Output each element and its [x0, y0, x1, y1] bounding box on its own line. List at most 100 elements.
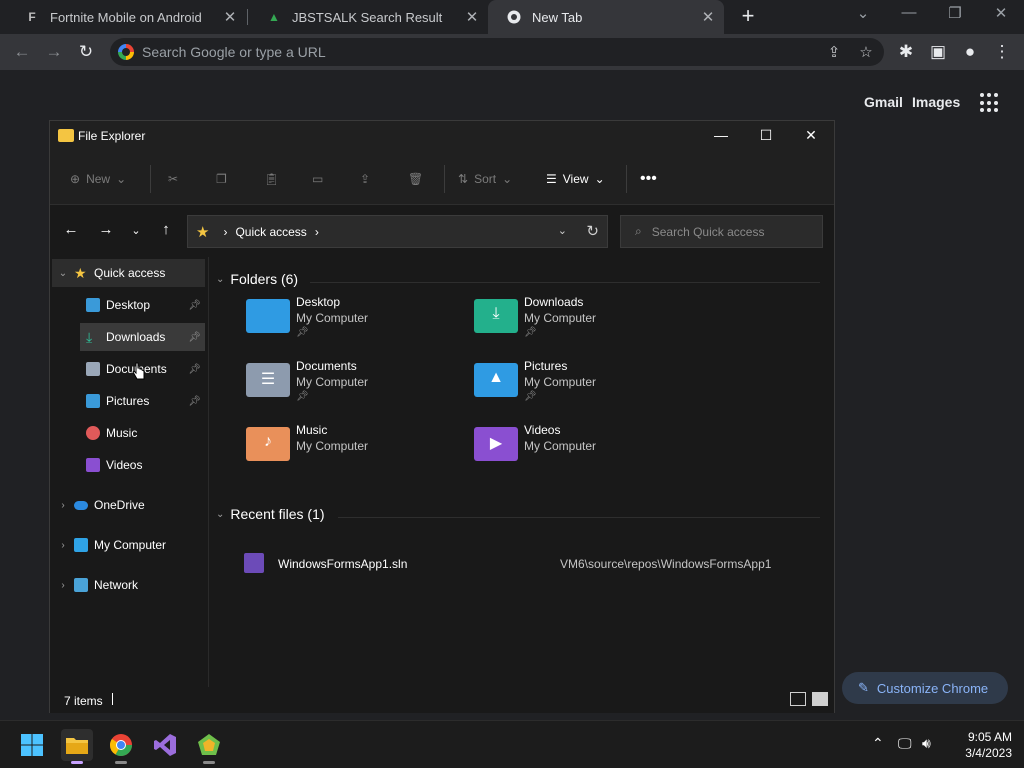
new-button[interactable]: ⊕ New ⌄ [70, 169, 126, 189]
recent-group-header[interactable]: ⌄ Recent files (1) [216, 506, 325, 522]
nav-item-onedrive[interactable]: › OneDrive [52, 491, 205, 519]
sort-label: Sort [474, 172, 497, 186]
minimize-icon[interactable]: — [706, 127, 736, 147]
show-hidden-icons-icon[interactable]: ⌃ [872, 735, 884, 752]
volume-icon[interactable]: 🔊︎ [922, 735, 931, 752]
nav-item-downloads[interactable]: ⤓ Downloads 📌︎ [80, 323, 205, 351]
paste-icon[interactable]: 📋︎ [264, 169, 279, 189]
pane-splitter[interactable] [208, 257, 209, 687]
share-icon[interactable]: ⇪ [824, 42, 844, 62]
back-icon[interactable]: ← [61, 221, 81, 241]
nav-label: OneDrive [94, 498, 145, 512]
folder-tile-music[interactable]: ♪ Music My Computer [246, 423, 466, 479]
view-button[interactable]: ☰ View ⌄ [546, 169, 605, 189]
sort-button[interactable]: ⇅ Sort ⌄ [458, 169, 512, 189]
search-box[interactable]: ⌕ [620, 215, 823, 248]
folders-group-header[interactable]: ⌄ Folders (6) [216, 271, 298, 287]
start-button[interactable] [16, 729, 48, 761]
chevron-right-icon[interactable]: › [52, 500, 74, 511]
extensions-icon[interactable]: ✱ [894, 40, 918, 64]
menu-icon[interactable]: ⋮ [990, 40, 1014, 64]
close-icon[interactable]: ✕ [796, 127, 826, 147]
tiles-view-icon[interactable] [812, 692, 828, 706]
bookmark-star-icon[interactable]: ☆ [856, 42, 876, 62]
explorer-title-bar: File Explorer — ☐ ✕ [50, 121, 834, 153]
download-icon: ⤓ [86, 329, 93, 345]
customize-chrome-button[interactable]: ✎ Customize Chrome [842, 672, 1008, 704]
chevron-right-icon[interactable]: › [52, 580, 74, 591]
nav-item-music[interactable]: Music [52, 419, 205, 447]
folder-tile-documents[interactable]: ☰ Documents My Computer 📌︎ [246, 359, 466, 415]
pin-icon: 📌︎ [188, 395, 201, 407]
tab-jbstsalk[interactable]: ▲ JBSTSALK Search Result ✕ [248, 0, 488, 34]
nav-item-network[interactable]: › Network [52, 571, 205, 599]
chevron-down-icon[interactable]: ⌄ [52, 268, 74, 279]
back-icon[interactable]: ← [10, 40, 34, 64]
gmail-link[interactable]: Gmail [864, 94, 903, 110]
google-apps-icon[interactable] [980, 93, 1000, 113]
omnibox-input[interactable] [142, 42, 782, 62]
address-bar[interactable]: ★ › Quick access › ⌄ ↻ [187, 215, 608, 248]
running-indicator [115, 761, 127, 764]
folder-tile-pictures[interactable]: ▲ Pictures My Computer 📌︎ [474, 359, 694, 415]
chevron-right-icon[interactable]: › [315, 225, 319, 239]
music-icon [86, 426, 100, 440]
images-link[interactable]: Images [912, 94, 960, 110]
share-icon[interactable]: ⇪ [360, 169, 370, 189]
tab-search-icon[interactable]: ⌄ [848, 4, 878, 22]
new-tab-button[interactable]: + [736, 5, 760, 29]
taskbar-chrome[interactable] [105, 729, 137, 761]
nav-item-documents[interactable]: Documents 📌︎ [52, 355, 205, 383]
close-window-icon[interactable]: ✕ [986, 4, 1016, 22]
search-input[interactable] [651, 224, 802, 239]
cut-icon[interactable]: ✂ [168, 169, 178, 189]
nav-item-my-computer[interactable]: › My Computer [52, 531, 205, 559]
system-clock[interactable]: 9:05 AM 3/4/2023 [950, 729, 1012, 761]
network-icon[interactable]: 🖵︎ [898, 735, 912, 752]
omnibox[interactable]: ⇪ ☆ [110, 38, 884, 66]
tab-new-tab[interactable]: New Tab ✕ [488, 0, 724, 34]
windows-icon [21, 734, 43, 756]
close-icon[interactable]: ✕ [220, 8, 240, 26]
nav-item-pictures[interactable]: Pictures 📌︎ [52, 387, 205, 415]
computer-icon [74, 538, 88, 552]
nav-item-videos[interactable]: Videos [52, 451, 205, 479]
taskbar-visual-studio[interactable] [149, 729, 181, 761]
side-panel-icon[interactable]: ▣ [926, 40, 950, 64]
up-icon[interactable]: ↑ [156, 221, 176, 241]
recent-file-row[interactable]: WindowsFormsApp1.sln VM6\source\repos\Wi… [244, 553, 824, 577]
close-icon[interactable]: ✕ [462, 8, 482, 26]
chevron-down-icon: ⌄ [594, 172, 605, 186]
close-icon[interactable]: ✕ [698, 8, 718, 26]
app-icon [198, 734, 220, 755]
maximize-icon[interactable]: ☐ [751, 127, 781, 147]
address-location[interactable]: Quick access [235, 225, 306, 239]
refresh-icon[interactable]: ↻ [586, 222, 599, 240]
tab-fortnite[interactable]: F Fortnite Mobile on Android ✕ [6, 0, 246, 34]
forward-icon[interactable]: → [96, 221, 116, 241]
taskbar-file-explorer[interactable] [61, 729, 93, 761]
restore-icon[interactable]: ❐ [940, 4, 970, 22]
rename-icon[interactable]: ▭ [312, 169, 323, 189]
forward-icon[interactable]: → [42, 40, 66, 64]
chevron-down-icon[interactable]: ⌄ [558, 224, 567, 237]
more-options-icon[interactable]: ••• [640, 169, 657, 189]
recent-locations-icon[interactable]: ⌄ [126, 224, 146, 244]
nav-label: Downloads [106, 330, 166, 344]
running-indicator [203, 761, 215, 764]
copy-icon[interactable]: ❐ [216, 169, 227, 189]
folder-tile-downloads[interactable]: ⤓ Downloads My Computer 📌︎ [474, 295, 694, 351]
content-pane: ⌄ Folders (6) Desktop My Computer 📌︎ ⤓ D… [210, 257, 830, 687]
delete-icon[interactable]: 🗑︎ [408, 169, 423, 189]
nav-item-desktop[interactable]: Desktop 📌︎ [52, 291, 205, 319]
divider [444, 165, 445, 193]
nav-item-quick-access[interactable]: ⌄ ★ Quick access [52, 259, 205, 287]
details-view-icon[interactable] [790, 692, 806, 706]
profile-icon[interactable]: ● [958, 40, 982, 64]
chevron-right-icon[interactable]: › [52, 540, 74, 551]
reload-icon[interactable]: ↻ [74, 40, 98, 64]
taskbar-app[interactable] [193, 729, 225, 761]
folder-tile-videos[interactable]: ▶ Videos My Computer [474, 423, 694, 479]
minimize-icon[interactable]: — [894, 4, 924, 21]
folder-tile-desktop[interactable]: Desktop My Computer 📌︎ [246, 295, 466, 351]
